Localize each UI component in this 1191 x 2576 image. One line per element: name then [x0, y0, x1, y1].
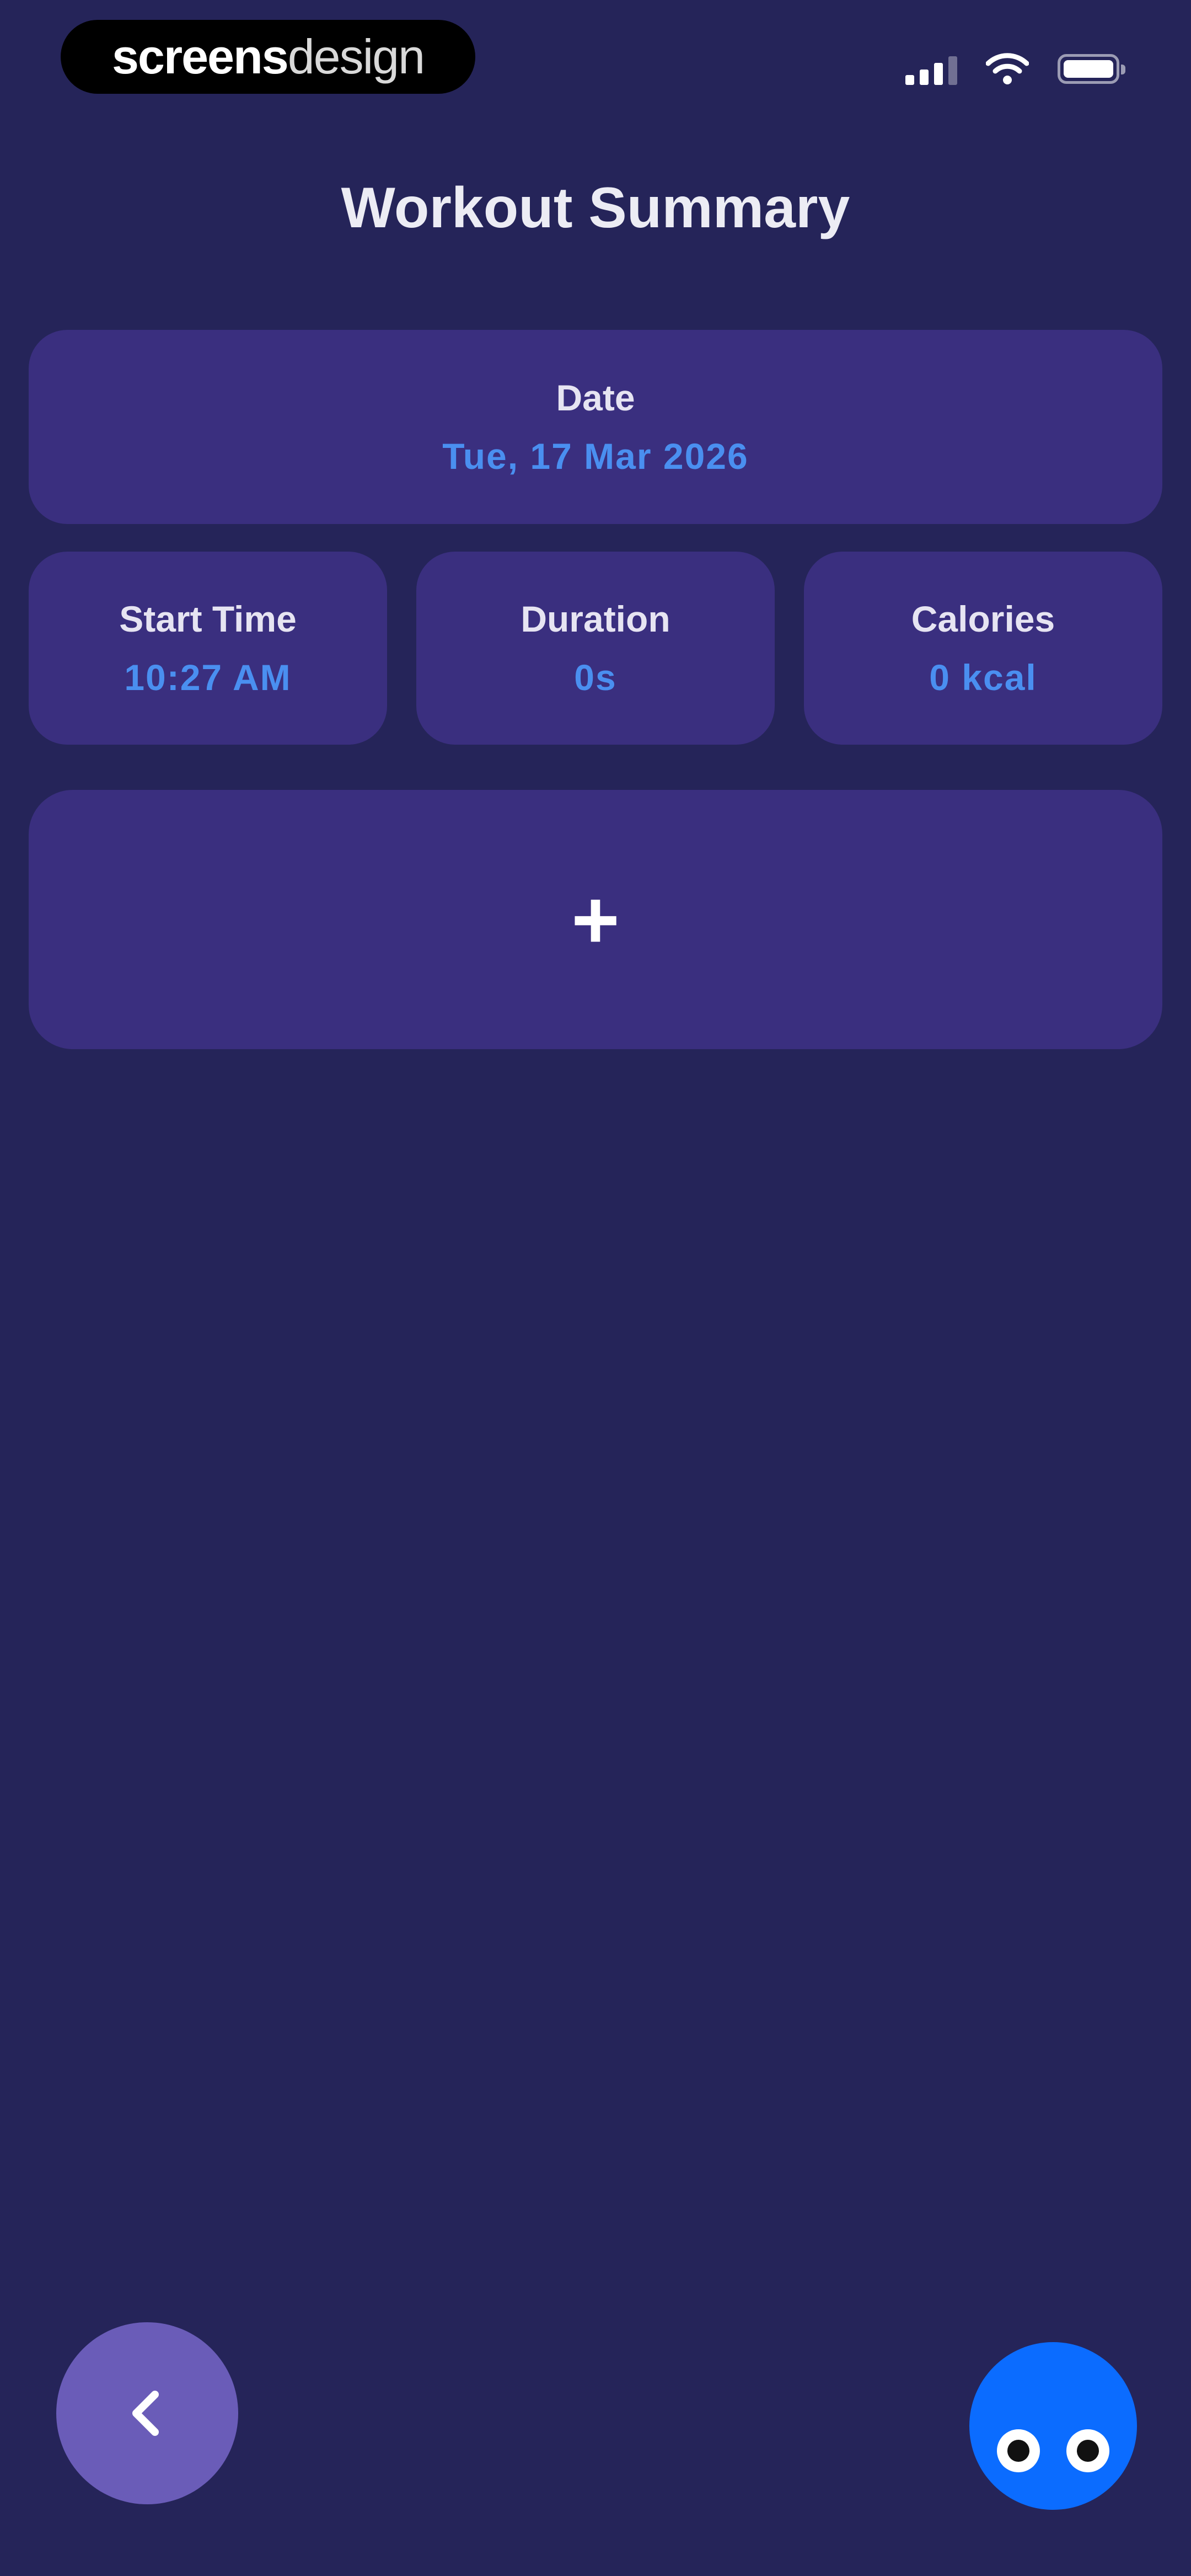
brand-text-light: design [287, 29, 425, 84]
date-card: Date Tue, 17 Mar 2026 [29, 330, 1162, 524]
calories-card: Calories 0 kcal [804, 552, 1162, 745]
calories-label: Calories [911, 598, 1055, 639]
back-button[interactable] [56, 2322, 238, 2504]
date-label: Date [556, 377, 635, 418]
right-eye-icon [1066, 2429, 1109, 2472]
start-time-card: Start Time 10:27 AM [29, 552, 387, 745]
duration-card: Duration 0s [416, 552, 775, 745]
assistant-button[interactable] [969, 2342, 1137, 2510]
calories-value: 0 kcal [929, 657, 1037, 698]
left-eye-icon [997, 2429, 1040, 2472]
start-time-label: Start Time [119, 598, 297, 639]
signal-icon [905, 53, 957, 85]
date-value: Tue, 17 Mar 2026 [442, 436, 749, 477]
brand-badge: screens design [61, 20, 475, 94]
battery-icon [1058, 54, 1125, 84]
add-exercise-button[interactable]: + [29, 790, 1162, 1049]
status-bar: screens design [0, 0, 1191, 121]
start-time-value: 10:27 AM [124, 657, 292, 698]
plus-icon: + [571, 873, 620, 966]
duration-label: Duration [521, 598, 670, 639]
status-icons [905, 50, 1125, 88]
duration-value: 0s [574, 657, 617, 698]
chevron-left-icon [132, 2391, 159, 2436]
page-title: Workout Summary [341, 176, 850, 240]
brand-text-strong: screens [111, 29, 289, 84]
wifi-icon [986, 53, 1029, 84]
